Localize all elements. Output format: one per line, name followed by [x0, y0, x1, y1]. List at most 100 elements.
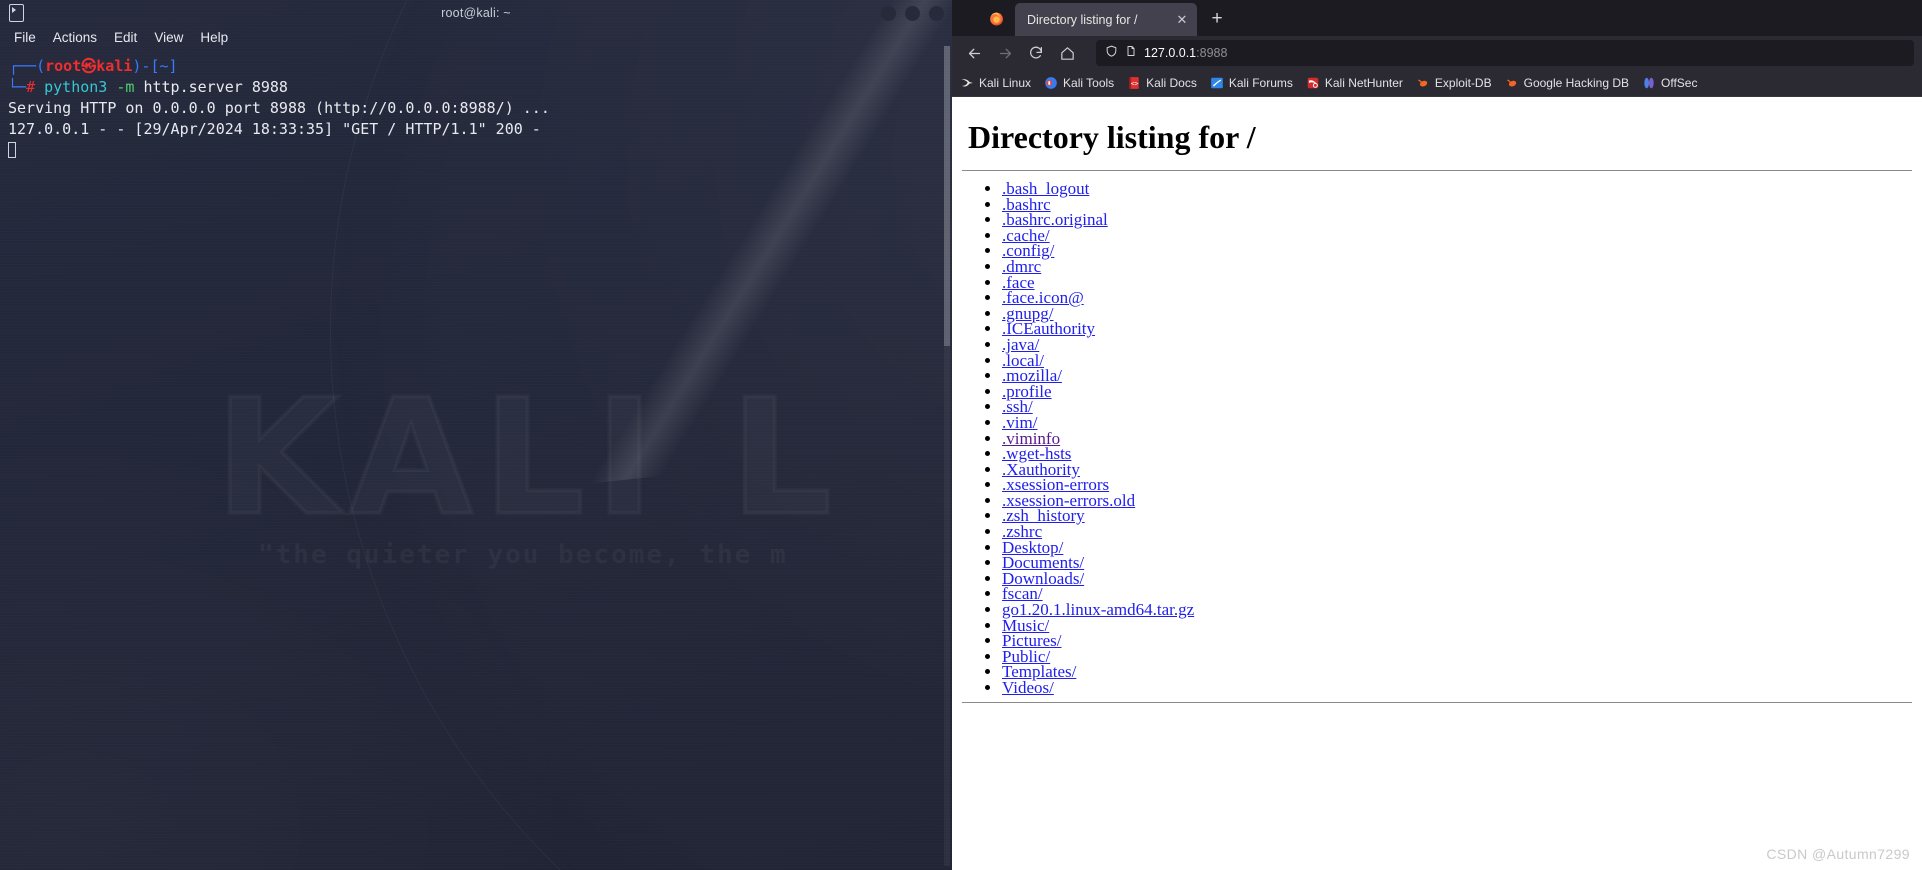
- menu-item-help[interactable]: Help: [200, 30, 228, 45]
- terminal-prompt-line: ┌──(root㉿kali)-[~]: [9, 56, 952, 77]
- browser-navbar: 127.0.0.1:8988: [952, 36, 1922, 70]
- terminal-output-line-2: 127.0.0.1 - - [29/Apr/2024 18:33:35] "GE…: [8, 120, 541, 138]
- bookmark-label: Kali Forums: [1228, 76, 1293, 90]
- desktop-screen: KALI L "the quieter you become, the m ro…: [0, 0, 1922, 870]
- browser-tabstrip: Directory listing for / ✕ +: [952, 0, 1922, 36]
- bookmark-kali-nethunter[interactable]: Kali NetHunter: [1306, 76, 1403, 90]
- terminal-cursor: [8, 142, 16, 158]
- terminal-title: root@kali: ~: [441, 6, 511, 20]
- bookmark-label: Kali NetHunter: [1324, 76, 1403, 90]
- close-icon[interactable]: ✕: [1173, 11, 1191, 29]
- bookmark-kali-forums[interactable]: Kali Forums: [1210, 76, 1293, 90]
- shield-icon[interactable]: [1105, 44, 1118, 63]
- list-item: .zsh_history: [1002, 507, 1914, 524]
- reload-button[interactable]: [1022, 40, 1050, 66]
- command-flag: -m: [116, 78, 135, 96]
- google-hacking-db-icon: [1505, 76, 1519, 90]
- list-item: .dmrc: [1002, 258, 1914, 275]
- page-divider-top: [962, 170, 1912, 171]
- bookmark-exploit-db[interactable]: Exploit-DB: [1416, 76, 1492, 90]
- list-item: .mozilla/: [1002, 367, 1914, 384]
- bookmark-offsec[interactable]: OffSec: [1642, 76, 1697, 90]
- browser-tab-active[interactable]: Directory listing for / ✕: [1015, 3, 1197, 36]
- cmd-space1: [35, 78, 44, 96]
- prompt-host: kali: [96, 57, 133, 75]
- back-button[interactable]: [960, 40, 988, 66]
- terminal-scrollbar[interactable]: [944, 46, 950, 866]
- list-item: .bashrc: [1002, 196, 1914, 213]
- list-item: .xsession-errors.old: [1002, 492, 1914, 509]
- page-icon[interactable]: [1125, 44, 1137, 63]
- list-item: .ssh/: [1002, 398, 1914, 415]
- list-item: .vim/: [1002, 414, 1914, 431]
- directory-entry-link[interactable]: Videos/: [1002, 678, 1054, 697]
- list-item: .ICEauthority: [1002, 320, 1914, 337]
- list-item: .face.icon@: [1002, 289, 1914, 306]
- url-port: :8988: [1196, 46, 1228, 60]
- list-item: .bash_logout: [1002, 180, 1914, 197]
- window-controls: [881, 5, 944, 21]
- offsec-icon: [1642, 76, 1656, 90]
- terminal-scrollbar-thumb[interactable]: [944, 46, 950, 346]
- prompt-branch-bottom: └─: [8, 78, 27, 96]
- menu-item-edit[interactable]: Edit: [114, 30, 137, 45]
- new-tab-button[interactable]: +: [1205, 7, 1229, 31]
- list-item: .Xauthority: [1002, 461, 1914, 478]
- forward-button[interactable]: [991, 40, 1019, 66]
- list-item: .cache/: [1002, 227, 1914, 244]
- bookmark-label: Kali Docs: [1146, 76, 1197, 90]
- list-item: .xsession-errors: [1002, 476, 1914, 493]
- bookmarks-bar: Kali Linux Kali Tools <> Kali Docs Kali …: [952, 70, 1922, 97]
- list-item: .face: [1002, 274, 1914, 291]
- list-item: Videos/: [1002, 678, 1914, 697]
- terminal-command-line: └─# python3 -m http.server 8988: [8, 77, 952, 98]
- terminal-cursor-line: [8, 140, 952, 161]
- kali-tools-icon: [1044, 76, 1058, 90]
- bookmark-kali-tools[interactable]: Kali Tools: [1044, 76, 1114, 90]
- terminal-titlebar[interactable]: root@kali: ~: [0, 0, 952, 26]
- prompt-user: root: [45, 57, 82, 75]
- list-item: Templates/: [1002, 663, 1914, 680]
- kali-dragon-icon: [960, 76, 974, 90]
- kali-docs-icon: <>: [1127, 76, 1141, 90]
- list-item: Documents/: [1002, 554, 1914, 571]
- kali-wallpaper-quote: "the quieter you become, the m: [258, 540, 788, 570]
- bookmark-label: Google Hacking DB: [1523, 76, 1629, 90]
- page-divider-bottom: [962, 701, 1912, 703]
- maximize-button[interactable]: [905, 5, 920, 21]
- close-button[interactable]: [929, 5, 944, 21]
- list-item: go1.20.1.linux-amd64.tar.gz: [1002, 601, 1914, 618]
- list-item: .wget-hsts: [1002, 445, 1914, 462]
- kali-nethunter-icon: [1306, 76, 1320, 90]
- bookmark-label: OffSec: [1661, 76, 1698, 90]
- home-button[interactable]: [1053, 40, 1081, 66]
- kali-forums-icon: [1210, 76, 1224, 90]
- svg-text:<>: <>: [1131, 79, 1139, 87]
- bookmark-google-hacking-db[interactable]: Google Hacking DB: [1505, 76, 1629, 90]
- page-content: Directory listing for / .bash_logout.bas…: [952, 97, 1922, 870]
- bookmark-kali-linux[interactable]: Kali Linux: [960, 76, 1031, 90]
- terminal-output-line-1: Serving HTTP on 0.0.0.0 port 8988 (http:…: [8, 99, 550, 117]
- list-item: .profile: [1002, 383, 1914, 400]
- prompt-close-paren: )-[: [132, 57, 160, 75]
- bookmark-label: Kali Linux: [979, 76, 1032, 90]
- menu-item-view[interactable]: View: [154, 30, 183, 45]
- bookmark-label: Kali Tools: [1063, 76, 1115, 90]
- terminal-output-area[interactable]: ┌──(root㉿kali)-[~] └─# python3 -m http.se…: [0, 48, 952, 161]
- url-bar[interactable]: 127.0.0.1:8988: [1096, 40, 1914, 66]
- firefox-window: Directory listing for / ✕ + 127.0.0.1:89…: [952, 0, 1922, 870]
- minimize-button[interactable]: [881, 5, 896, 21]
- terminal-menubar: File Actions Edit View Help: [0, 26, 952, 48]
- prompt-bracket-close: ]: [168, 57, 178, 75]
- csdn-watermark: CSDN @Autumn7299: [1766, 846, 1910, 862]
- page-title: Directory listing for /: [968, 119, 1256, 155]
- list-item: Music/: [1002, 617, 1914, 634]
- kali-wallpaper-logo: KALI L: [213, 364, 842, 551]
- menu-item-file[interactable]: File: [14, 30, 36, 45]
- menu-item-actions[interactable]: Actions: [53, 30, 97, 45]
- directory-listing: .bash_logout.bashrc.bashrc.original.cach…: [1002, 180, 1914, 697]
- bookmark-kali-docs[interactable]: <> Kali Docs: [1127, 76, 1197, 90]
- browser-tab-title: Directory listing for /: [1027, 12, 1138, 27]
- terminal-window: KALI L "the quieter you become, the m ro…: [0, 0, 952, 870]
- list-item: .bashrc.original: [1002, 211, 1914, 228]
